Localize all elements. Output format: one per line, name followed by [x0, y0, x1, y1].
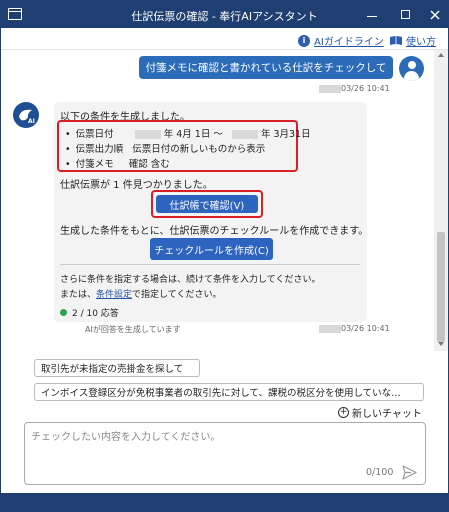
- hint-text-2: または、条件設定で指定してください。: [60, 290, 222, 300]
- minimize-icon: [367, 16, 377, 17]
- confirm-journal-button[interactable]: 仕訳帳で確認(V): [156, 195, 258, 213]
- status-dot-icon: [60, 309, 67, 316]
- send-icon[interactable]: [402, 465, 417, 480]
- info-icon: i: [298, 34, 310, 47]
- toolbar: i AIガイドライン 使い方: [1, 28, 448, 50]
- condition-order: • 伝票出力順 伝票日付の新しいものから表示: [65, 144, 266, 155]
- chat-input-box: 0/100: [24, 422, 426, 485]
- condition-settings-link[interactable]: 条件設定: [96, 290, 132, 300]
- answer-count: 2 / 10 応答: [60, 306, 119, 319]
- rule-note: 生成した条件をもとに、仕訳伝票のチェックルールを作成できます。: [60, 226, 369, 237]
- ai-time-text: 03/26 10:41: [341, 324, 390, 333]
- svg-text:AI: AI: [28, 118, 35, 125]
- book-icon: [390, 36, 402, 45]
- chat-area: 付箋メモに確認と書かれている仕訳をチェックして 03/26 10:41 AI 以…: [1, 50, 434, 351]
- divider: [60, 264, 360, 265]
- new-chat-label: 新しいチャット: [352, 409, 422, 420]
- user-time-text: 03/26 10:41: [341, 84, 390, 93]
- chat-scrollbar[interactable]: [434, 50, 448, 351]
- user-message-time: 03/26 10:41: [319, 84, 390, 93]
- footer-bar: [1, 493, 448, 511]
- plus-icon: +: [338, 407, 349, 418]
- ai-guideline-link[interactable]: i AIガイドライン: [298, 33, 384, 48]
- redacted-text: [231, 130, 258, 139]
- condition-memo: • 付箋メモ 確認 含む: [65, 159, 170, 170]
- redacted-text: [319, 324, 341, 333]
- close-button[interactable]: [420, 1, 448, 28]
- ai-message-time: 03/26 10:41: [319, 324, 390, 333]
- ai-notice: AIが回答を生成しています: [85, 325, 181, 334]
- scroll-thumb[interactable]: [437, 232, 445, 342]
- chat-input[interactable]: [31, 428, 419, 458]
- how-to-label: 使い方: [406, 37, 436, 48]
- char-count: 0/100: [366, 467, 394, 478]
- title-bar: 仕訳伝票の確認 - 奉行AIアシスタント: [1, 1, 448, 28]
- confirm-highlight: 仕訳帳で確認(V): [151, 190, 263, 218]
- ai-response-card: 以下の条件を生成しました。 • 伝票日付 年 4月 1日 ～ 年 3月31日 •…: [54, 102, 369, 322]
- suggestion-chip[interactable]: 取引先が未指定の売掛金を探して: [34, 359, 200, 377]
- redacted-text: [319, 84, 341, 93]
- assistant-window: 仕訳伝票の確認 - 奉行AIアシスタント i AIガイドライン 使い方 付箋メモ…: [0, 0, 449, 512]
- redacted-text: [134, 130, 161, 139]
- create-rule-button[interactable]: チェックルールを作成(C): [150, 238, 273, 260]
- user-message: 付箋メモに確認と書かれている仕訳をチェックして: [139, 56, 393, 79]
- conditions-box: • 伝票日付 年 4月 1日 ～ 年 3月31日 • 伝票出力順 伝票日付の新し…: [57, 120, 311, 172]
- condition-date: • 伝票日付 年 4月 1日 ～ 年 3月31日: [65, 129, 311, 140]
- bird-logo-icon: AI: [19, 109, 35, 125]
- answer-count-text: 2 / 10 応答: [72, 309, 119, 319]
- maximize-icon: [400, 10, 410, 19]
- suggestion-chip[interactable]: インボイス登録区分が免税事業者の取引先に対して、課税の税区分を使用していな…: [34, 383, 424, 401]
- how-to-link[interactable]: 使い方: [389, 33, 436, 48]
- hint-text-1: さらに条件を指定する場合は、続けて条件を入力してください。: [60, 275, 321, 285]
- scroll-up-icon[interactable]: [438, 53, 444, 57]
- scroll-down-icon[interactable]: [438, 342, 444, 346]
- close-icon: [430, 9, 440, 20]
- ai-guideline-label: AIガイドライン: [314, 37, 384, 48]
- found-count: 仕訳伝票が 1 件見つかりました。: [60, 180, 213, 191]
- minimize-button[interactable]: [357, 1, 387, 28]
- ai-avatar: AI: [13, 102, 39, 128]
- maximize-button[interactable]: [390, 1, 420, 28]
- new-chat-button[interactable]: + 新しいチャット: [338, 405, 422, 420]
- user-avatar: [399, 56, 424, 81]
